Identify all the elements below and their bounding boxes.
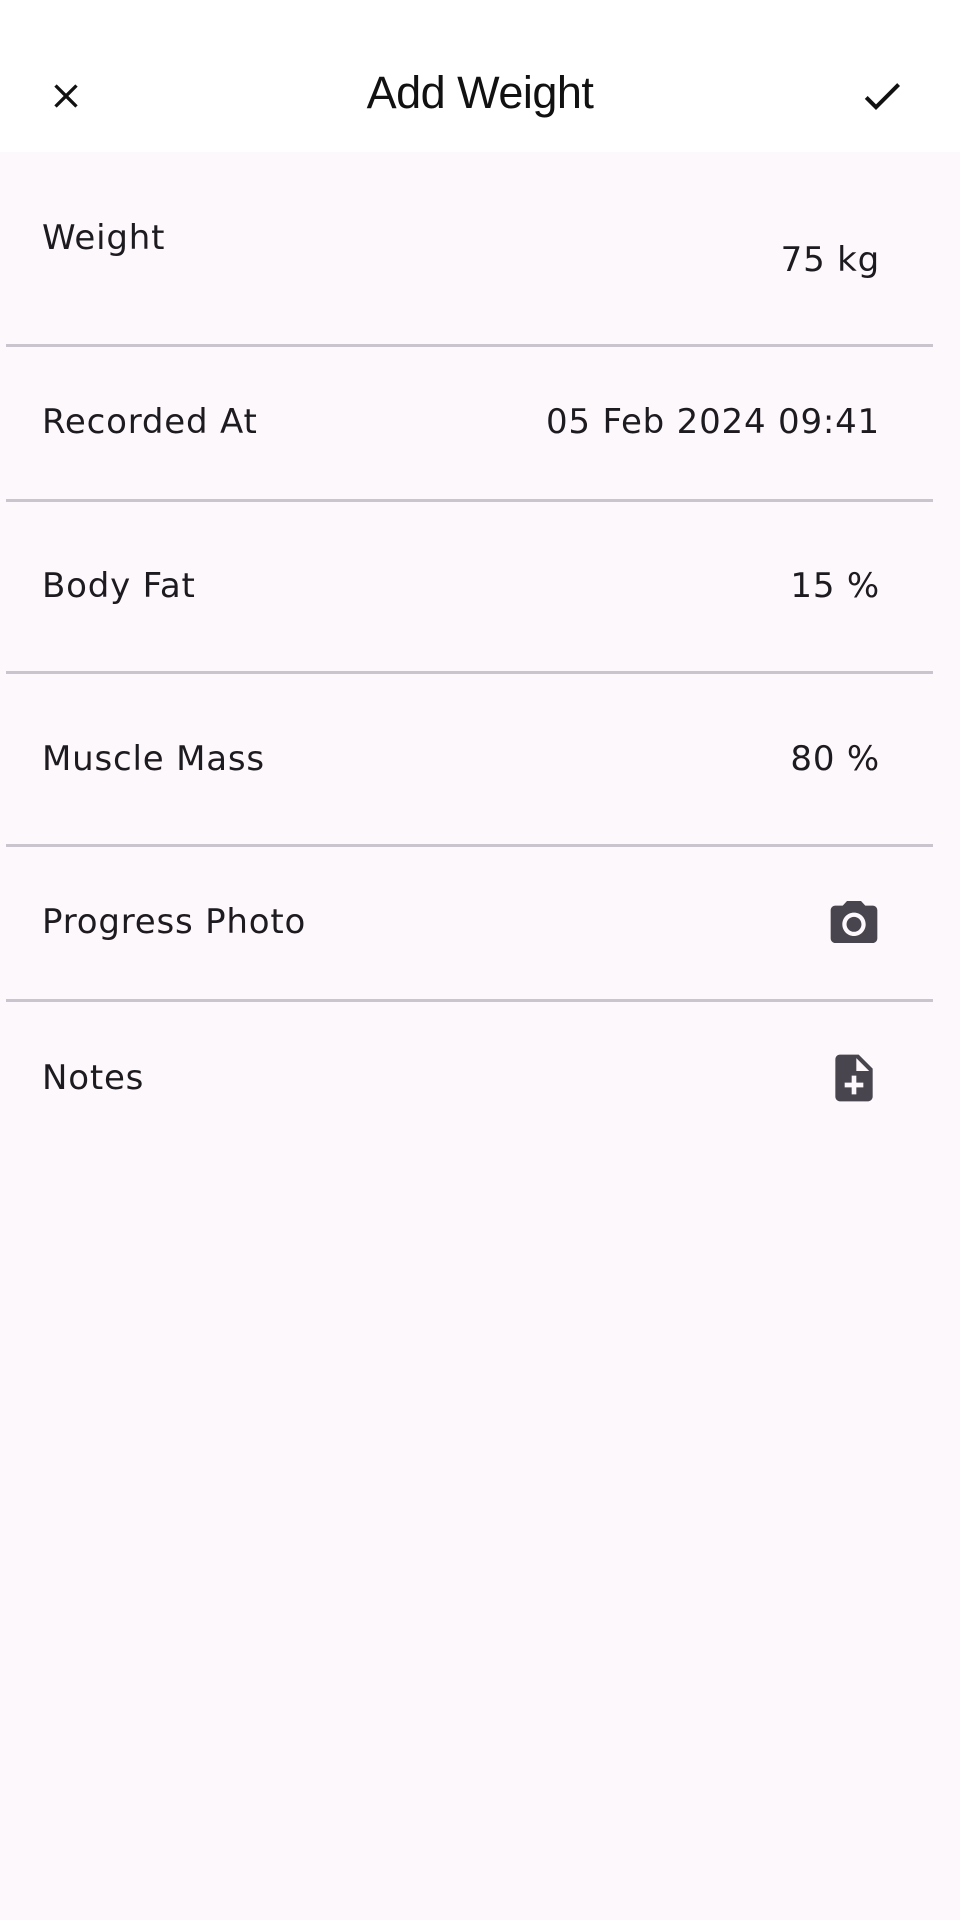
weight-label: Weight [42, 218, 166, 258]
add-photo-button[interactable] [824, 892, 884, 952]
weight-value: 75 kg [780, 240, 880, 280]
body-fat-row[interactable]: Body Fat 15 % [0, 500, 960, 674]
save-button[interactable] [846, 60, 918, 132]
recorded-at-label: Recorded At [42, 402, 258, 442]
notes-label: Notes [42, 1058, 145, 1098]
page-title: Add Weight [366, 67, 594, 118]
add-note-button[interactable] [824, 1048, 884, 1108]
check-icon [864, 83, 900, 110]
body-fat-label: Body Fat [42, 566, 196, 606]
app-bar: Add Weight [0, 0, 960, 152]
camera-icon [830, 901, 878, 943]
recorded-at-value: 05 Feb 2024 09:41 [546, 402, 880, 442]
notes-row[interactable]: Notes [0, 1000, 960, 1155]
body-fat-value: 15 % [790, 566, 880, 606]
muscle-mass-row[interactable]: Muscle Mass 80 % [0, 672, 960, 847]
note-add-icon [835, 1054, 873, 1102]
muscle-mass-label: Muscle Mass [42, 739, 265, 779]
recorded-at-row[interactable]: Recorded At 05 Feb 2024 09:41 [0, 345, 960, 502]
weight-row[interactable]: Weight 75 kg [0, 152, 960, 347]
progress-photo-label: Progress Photo [42, 902, 307, 942]
muscle-mass-value: 80 % [790, 739, 880, 779]
progress-photo-row[interactable]: Progress Photo [0, 845, 960, 1002]
weight-form: Weight 75 kg Recorded At 05 Feb 2024 09:… [0, 152, 960, 1155]
